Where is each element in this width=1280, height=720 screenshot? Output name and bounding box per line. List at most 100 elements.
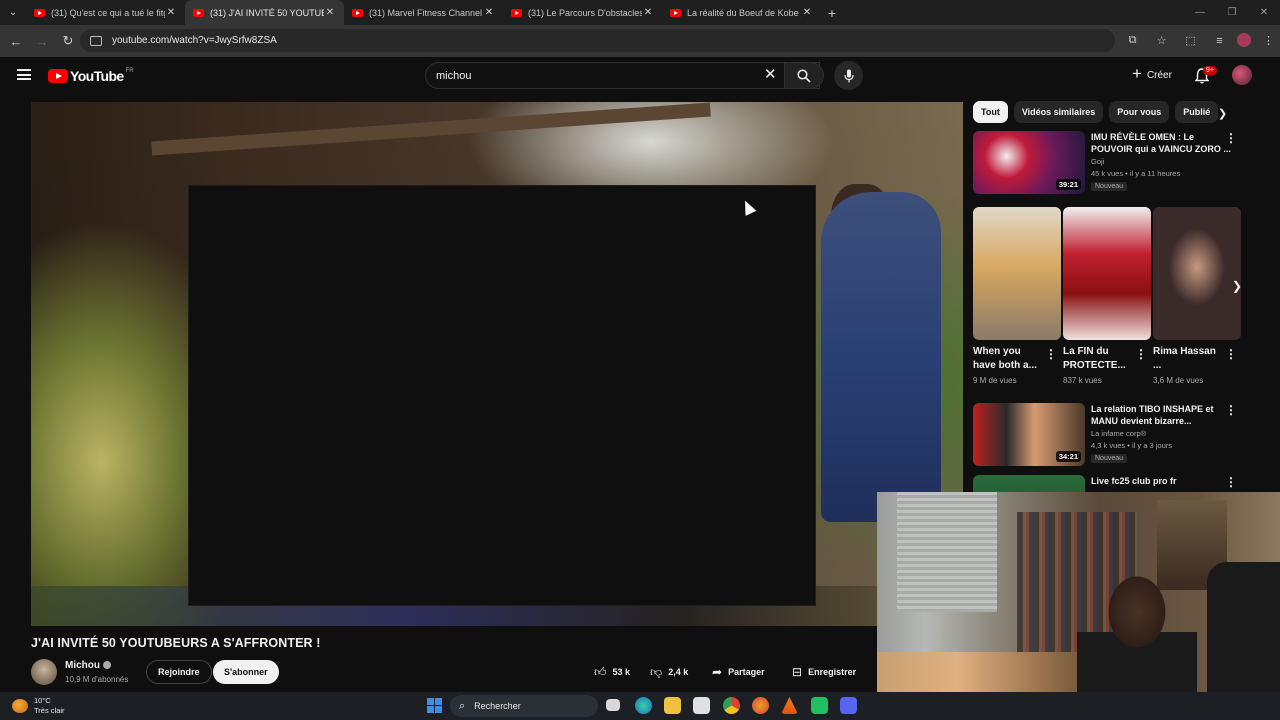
close-window-icon[interactable]: ✕ [1248, 0, 1280, 25]
save-button[interactable]: ⊟ Enregistrer [792, 660, 856, 684]
webcam-overlay [877, 492, 1280, 692]
more-options-icon[interactable]: ⋮ [1225, 131, 1237, 145]
clear-search-icon[interactable]: ✕ [764, 67, 777, 82]
recommendation-item[interactable]: 39:21 IMU RÉVÈLE OMEN : Le POUVOIR qui a… [973, 131, 1243, 195]
media-controls-icon[interactable]: ≡ [1208, 29, 1231, 52]
browser-tab[interactable]: (31) Marvel Fitness Channel - Y ✕ [344, 0, 503, 25]
browser-tab[interactable]: (31) Le Parcours D'obstacles Le ✕ [503, 0, 662, 25]
search-icon [797, 68, 811, 83]
recommendation-title[interactable]: La relation TIBO INSHAPE et MANU devient… [1091, 403, 1231, 427]
weather-widget[interactable]: 10°C Très clair [12, 696, 65, 716]
browser-tab[interactable]: (31) Qu'est ce qui a tué le fitga ✕ [26, 0, 185, 25]
tab-close-icon[interactable]: ✕ [165, 7, 177, 18]
browser-tab-active[interactable]: (31) J'AI INVITÉ 50 YOUTUBEUR ✕ [185, 0, 344, 25]
create-label: Créer [1146, 69, 1172, 81]
browser-profile-avatar[interactable] [1237, 33, 1251, 47]
channel-avatar[interactable] [31, 659, 57, 685]
video-player[interactable] [31, 102, 963, 626]
discord-icon[interactable] [840, 697, 857, 714]
vlc-icon[interactable] [781, 697, 798, 714]
file-explorer-icon[interactable] [664, 697, 681, 714]
more-options-icon[interactable]: ⋮ [1225, 347, 1237, 361]
search-input[interactable]: michou [425, 62, 820, 89]
more-options-icon[interactable]: ⋮ [1135, 347, 1147, 361]
microsoft-store-icon[interactable] [693, 697, 710, 714]
channel-name-link[interactable]: Michou [65, 660, 111, 671]
more-options-icon[interactable]: ⋮ [1225, 403, 1237, 417]
chrome-icon[interactable] [723, 697, 740, 714]
taskbar-search[interactable]: ⌕ Rechercher [450, 695, 598, 717]
share-arrow-icon: ➦ [712, 665, 723, 679]
recommendation-channel[interactable]: La infame corp® [1091, 429, 1146, 438]
like-button[interactable]: 👍︎ 53 k [594, 660, 630, 684]
youtube-favicon-icon [670, 8, 681, 17]
video-thumbnail[interactable]: 34:21 [973, 403, 1085, 466]
chip-for-you[interactable]: Pour vous [1109, 101, 1170, 123]
short-title[interactable]: Rima Hassan ... [1153, 345, 1225, 373]
tab-search-chevron-icon[interactable]: ⌄ [0, 0, 26, 25]
firefox-icon[interactable] [752, 697, 769, 714]
weather-condition: Très clair [34, 706, 65, 715]
hamburger-menu-icon[interactable] [17, 69, 31, 80]
address-bar[interactable]: youtube.com/watch?v=JwySrfw8ZSA [80, 29, 1115, 52]
account-avatar[interactable] [1232, 65, 1252, 85]
recommendation-channel[interactable]: Goji [1091, 157, 1104, 166]
short-views: 9 M de vues [973, 376, 1017, 385]
app-icon[interactable] [811, 697, 828, 714]
recommendation-item[interactable]: 34:21 La relation TIBO INSHAPE et MANU d… [973, 403, 1243, 467]
join-button[interactable]: Rejoindre [146, 660, 212, 684]
youtube-logo[interactable]: YouTube FR [48, 68, 134, 84]
share-label: Partager [728, 667, 765, 677]
browser-menu-icon[interactable]: ⋮ [1257, 29, 1280, 52]
forward-arrow-icon[interactable]: → [30, 29, 54, 53]
thumbs-down-icon: 👎︎ [650, 664, 663, 679]
short-item[interactable]: La FIN du PROTECTE... 837 k vues ⋮ [1063, 207, 1151, 385]
more-options-icon[interactable]: ⋮ [1045, 347, 1057, 361]
recommendation-title[interactable]: IMU RÉVÈLE OMEN : Le POUVOIR qui a VAINC… [1091, 131, 1231, 155]
youtube-header: YouTube FR michou ✕ + Créer 9+ [0, 57, 1280, 95]
new-badge: Nouveau [1091, 182, 1128, 191]
short-item[interactable]: Rima Hassan ... 3,6 M de vues ⋮ [1153, 207, 1241, 385]
extensions-icon[interactable]: ⬚ [1179, 29, 1202, 52]
chip-published[interactable]: Publié [1175, 101, 1219, 123]
chips-next-arrow-icon[interactable]: ❯ [1218, 107, 1227, 120]
browser-tab[interactable]: La réalité du Boeuf de Kobe jap ✕ [662, 0, 821, 25]
tab-close-icon[interactable]: ✕ [483, 7, 495, 18]
dislike-button[interactable]: 👎︎ 2,4 k [650, 660, 688, 684]
video-thumbnail[interactable]: 39:21 [973, 131, 1085, 194]
video-thumbnail[interactable] [973, 475, 1085, 492]
windows-start-icon[interactable] [427, 698, 442, 713]
tab-close-icon[interactable]: ✕ [801, 7, 813, 18]
new-tab-plus-icon[interactable]: + [821, 5, 843, 21]
shorts-next-arrow-icon[interactable]: ❯ [1232, 279, 1242, 293]
voice-search-button[interactable] [834, 61, 863, 90]
maximize-icon[interactable]: ❐ [1216, 0, 1248, 25]
minimize-icon[interactable]: — [1184, 0, 1216, 25]
temperature: 10°C [34, 696, 51, 705]
subscribe-button[interactable]: S'abonner [213, 660, 279, 684]
bookmark-star-icon[interactable]: ☆ [1150, 29, 1173, 52]
share-button[interactable]: ➦ Partager [712, 660, 765, 684]
edge-browser-icon[interactable] [635, 697, 652, 714]
browser-tab-strip: ⌄ (31) Qu'est ce qui a tué le fitga ✕ (3… [0, 0, 1280, 25]
task-view-icon[interactable] [606, 699, 620, 711]
short-item[interactable]: When you have both a... 9 M de vues ⋮ [973, 207, 1061, 385]
more-options-icon[interactable]: ⋮ [1225, 475, 1237, 489]
short-title[interactable]: When you have both a... [973, 345, 1045, 373]
recommendation-item[interactable]: Live fc25 club pro fr ⋮ [973, 475, 1243, 492]
short-thumbnail[interactable] [973, 207, 1061, 340]
cast-icon[interactable]: ⧉ [1121, 29, 1144, 52]
chip-related[interactable]: Vidéos similaires [1013, 101, 1104, 123]
search-button[interactable] [784, 62, 824, 89]
site-settings-icon[interactable] [90, 35, 102, 46]
short-thumbnail[interactable] [1153, 207, 1241, 340]
short-thumbnail[interactable] [1063, 207, 1151, 340]
chip-all[interactable]: Tout [973, 101, 1008, 123]
recommendation-title[interactable]: Live fc25 club pro fr [1091, 475, 1231, 487]
short-title[interactable]: La FIN du PROTECTE... [1063, 345, 1135, 373]
reload-icon[interactable]: ↻ [56, 29, 80, 53]
back-arrow-icon[interactable]: ← [4, 29, 28, 53]
tab-close-icon[interactable]: ✕ [324, 7, 336, 18]
create-button[interactable]: + Créer [1124, 63, 1180, 87]
tab-close-icon[interactable]: ✕ [642, 7, 654, 18]
